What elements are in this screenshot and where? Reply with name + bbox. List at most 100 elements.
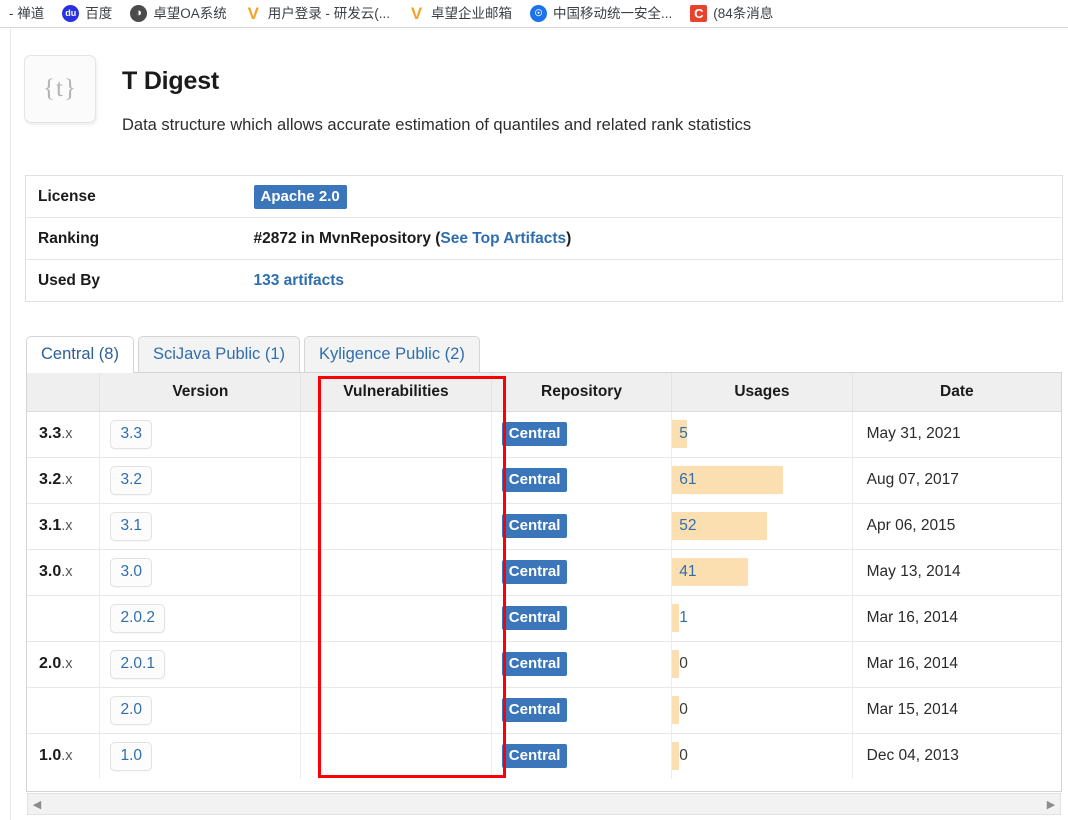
info-row: Ranking #2872 in MvnRepository (See Top A… <box>25 217 1063 260</box>
repository-cell: Central <box>491 595 673 642</box>
page-left-border <box>10 29 11 820</box>
header-repository-column: Repository <box>491 373 673 412</box>
major-version-cell: 3.2.x <box>27 457 101 504</box>
table-row: 3.1.x 3.1 Central 52 Apr 06, 2015 <box>27 503 1061 550</box>
repository-badge[interactable]: Central <box>501 422 568 446</box>
vulnerabilities-cell <box>300 641 492 688</box>
table-row: 2.0.2 Central 1 Mar 16, 2014 <box>27 595 1061 642</box>
bookmark-item[interactable]: du 百度 <box>53 0 121 27</box>
header-version-column: Version <box>99 373 302 412</box>
major-version-cell: 3.1.x <box>27 503 101 550</box>
info-row: License Apache 2.0 <box>25 175 1063 218</box>
usage-count[interactable]: 1 <box>672 609 688 627</box>
repository-badge[interactable]: Central <box>501 606 568 630</box>
version-tab-panel: Version Vulnerabilities Repository Usages Da… <box>26 372 1062 792</box>
repository-badge[interactable]: Central <box>501 652 568 676</box>
project-logo: {t} <box>24 55 96 123</box>
bookmark-label: (84条消息 <box>713 5 774 21</box>
usage-bar-wrapper: 0 <box>672 742 851 771</box>
usage-bar-wrapper: 1 <box>672 604 851 632</box>
repository-tab[interactable]: SciJava Public (1) <box>137 336 301 373</box>
version-link[interactable]: 2.0.2 <box>110 603 165 633</box>
repository-badge[interactable]: Central <box>501 560 568 584</box>
info-value: #2872 in MvnRepository (See Top Artifact… <box>249 217 1063 260</box>
usage-count[interactable]: 41 <box>672 563 696 581</box>
bookmark-label: 卓望OA系统 <box>153 5 227 21</box>
date-cell: Apr 06, 2015 <box>852 503 1061 550</box>
bookmark-label: - 禅道 <box>9 5 45 21</box>
repository-tab[interactable]: Central (8) <box>26 336 134 374</box>
repository-badge[interactable]: Central <box>501 744 568 769</box>
repository-badge[interactable]: Central <box>501 468 568 492</box>
usage-bar-wrapper: 61 <box>672 466 851 494</box>
bookmark-item[interactable]: ◑ 卓望OA系统 <box>121 0 236 27</box>
repository-cell: Central <box>491 503 673 550</box>
major-version-number: 2.0 <box>39 655 62 672</box>
license-badge[interactable]: Apache 2.0 <box>253 184 347 209</box>
bookmark-item[interactable]: V 卓望企业邮箱 <box>399 0 521 27</box>
usage-count[interactable]: 5 <box>672 425 688 443</box>
major-version-cell <box>27 687 101 734</box>
version-cell: 2.0.1 <box>99 641 302 688</box>
version-link[interactable]: 3.2 <box>110 465 153 495</box>
usage-count: 0 <box>679 747 688 765</box>
scroll-right-arrow-icon[interactable]: ▶ <box>1042 794 1060 814</box>
project-description: Data structure which allows accurate est… <box>122 116 752 134</box>
horizontal-scrollbar[interactable]: ◀ ▶ <box>27 793 1061 815</box>
repository-badge[interactable]: Central <box>501 514 568 538</box>
major-version-cell: 2.0.x <box>27 641 101 688</box>
date-cell: Mar 15, 2014 <box>852 687 1061 734</box>
date-cell: May 13, 2014 <box>852 549 1061 596</box>
repository-cell: Central <box>491 733 673 779</box>
vulnerabilities-cell <box>300 549 492 596</box>
major-version-suffix: .x <box>61 426 73 442</box>
version-link[interactable]: 1.0 <box>110 741 153 771</box>
version-link[interactable]: 2.0 <box>110 695 153 725</box>
version-link[interactable]: 2.0.1 <box>110 649 165 679</box>
version-table: Version Vulnerabilities Repository Usages Da… <box>27 373 1061 779</box>
major-version-suffix: .x <box>61 518 73 534</box>
major-version-number: 3.2 <box>39 471 62 488</box>
vulnerabilities-cell <box>300 503 492 550</box>
page-title: T Digest <box>122 67 220 95</box>
bookmark-item[interactable]: ☉ 中国移动统一安全... <box>521 0 681 27</box>
header-usages-column: Usages <box>671 373 853 412</box>
repository-cell: Central <box>491 641 673 688</box>
major-version-cell: 3.3.x <box>27 411 101 458</box>
bookmark-item[interactable]: V 用户登录 - 研发云(... <box>236 0 399 27</box>
usage-count[interactable]: 52 <box>672 517 696 535</box>
info-value: Apache 2.0 <box>249 175 1063 218</box>
major-version-number: 3.3 <box>39 425 62 442</box>
baidu-icon: du <box>62 5 80 22</box>
vulnerabilities-cell <box>300 595 492 642</box>
scroll-left-arrow-icon[interactable]: ◀ <box>28 794 46 814</box>
repository-tabs: Central (8) SciJava Public (1) Kyligence P… <box>26 336 480 374</box>
bookmark-item[interactable]: C (84条消息 <box>681 0 782 27</box>
usage-bar-wrapper: 41 <box>672 558 851 586</box>
version-cell: 1.0 <box>99 733 302 779</box>
version-cell: 2.0 <box>99 687 302 734</box>
usages-cell: 52 <box>671 503 853 550</box>
bookmark-item[interactable]: - 禅道 <box>0 0 53 27</box>
version-link[interactable]: 3.1 <box>110 511 153 541</box>
v-mark-icon: V <box>410 4 423 23</box>
version-link[interactable]: 3.0 <box>110 557 153 587</box>
used-by-link[interactable]: 133 artifacts <box>254 272 344 289</box>
info-row: Used By 133 artifacts <box>26 260 1063 302</box>
repository-cell: Central <box>491 411 673 458</box>
repository-cell: Central <box>491 549 673 596</box>
ranking-text: #2872 in MvnRepository ( <box>253 229 441 247</box>
table-row: 1.0.x 1.0 Central 0 Dec 04, 2013 <box>27 733 1061 779</box>
major-version-cell: 3.0.x <box>27 549 101 596</box>
version-cell: 2.0.2 <box>99 595 302 642</box>
usage-count[interactable]: 61 <box>672 471 696 489</box>
browser-bookmark-bar: - 禅道 du 百度 ◑ 卓望OA系统 V 用户登录 - 研发云(... V 卓望企业邮箱 ☉ 中国… <box>0 0 1068 28</box>
repository-badge[interactable]: Central <box>501 698 568 722</box>
shield-icon: ☉ <box>530 5 548 22</box>
repository-tab[interactable]: Kyligence Public (2) <box>304 336 480 373</box>
version-link[interactable]: 3.3 <box>110 419 153 449</box>
see-top-artifacts-link[interactable]: See Top Artifacts <box>440 230 566 247</box>
major-version-number: 1.0 <box>39 747 62 765</box>
major-version-number: 3.0 <box>39 563 62 580</box>
date-cell: May 31, 2021 <box>852 411 1061 458</box>
